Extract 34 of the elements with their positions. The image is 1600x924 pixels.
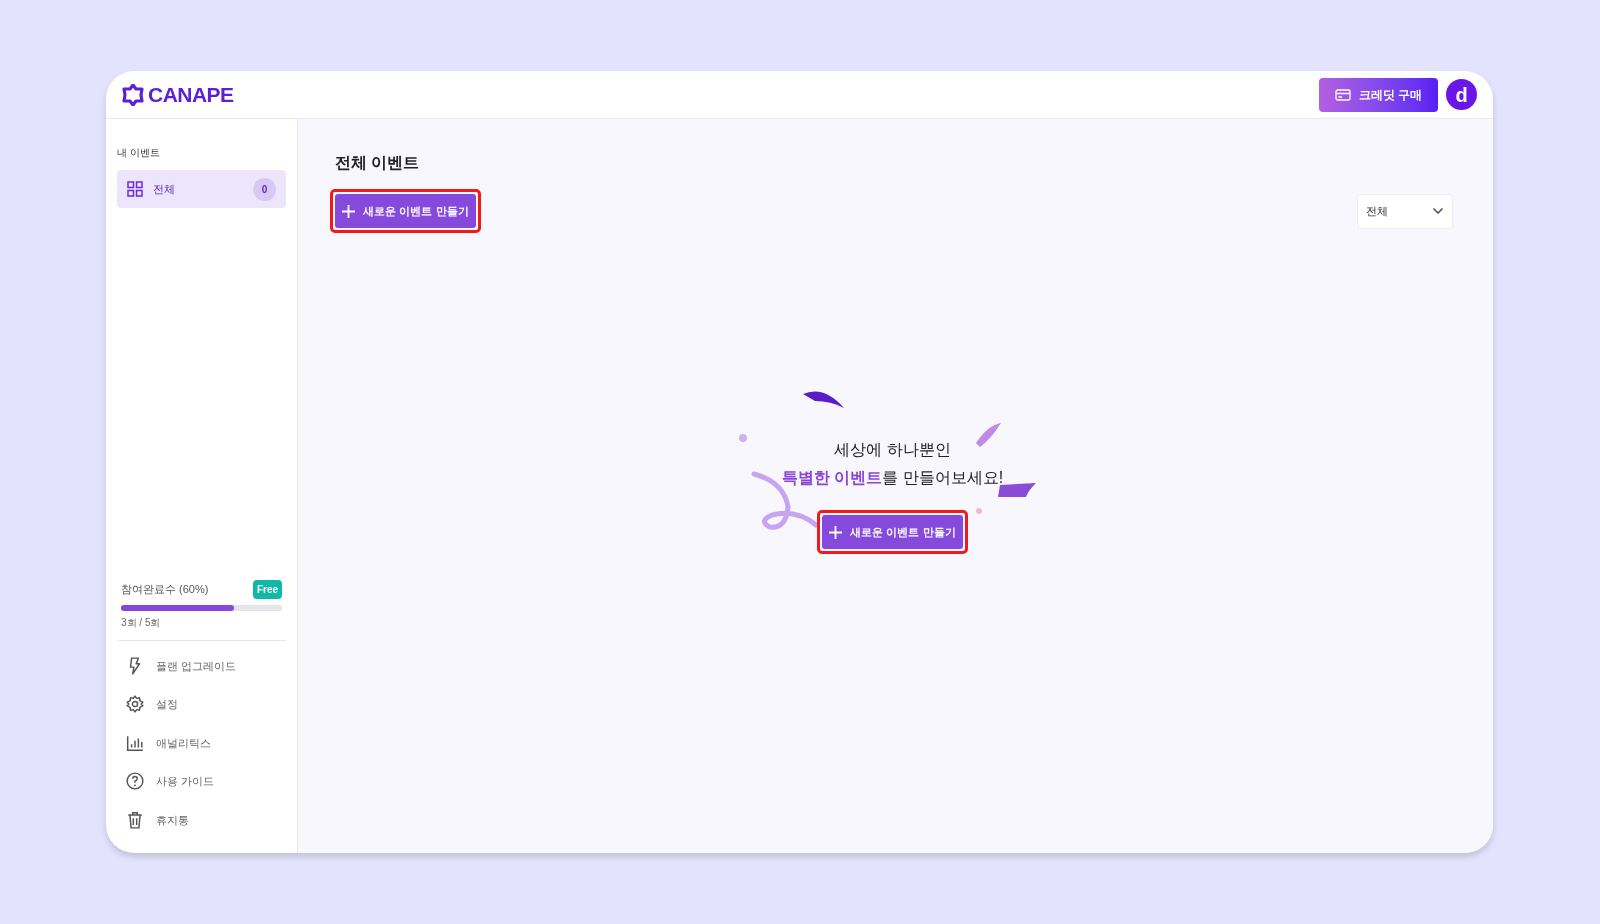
grid-icon — [127, 181, 143, 197]
credit-purchase-button[interactable]: 크레딧 구매 — [1318, 77, 1438, 112]
logo-text: CANAPE — [148, 81, 234, 108]
page-title: 전체 이벤트 — [335, 153, 421, 173]
menu-item[interactable]: 애널리틱스 — [117, 723, 286, 762]
usage-count: 3회 / 5회 — [121, 615, 162, 630]
logo-icon — [122, 83, 144, 106]
confetti-dot — [739, 434, 747, 442]
menu-item[interactable]: 휴지통 — [117, 800, 286, 839]
chevron-down-icon — [1432, 207, 1444, 215]
plus-icon — [342, 204, 356, 218]
empty-state-text: 세상에 하나뿐인 — [834, 440, 951, 460]
create-event-button[interactable]: 새로운 이벤트 만들기 — [335, 194, 476, 228]
usage-label: 참여완료수 (60%) — [121, 581, 209, 597]
card-icon — [1334, 88, 1351, 101]
menu-item[interactable]: 사용 가이드 — [117, 762, 286, 801]
menu-item[interactable]: 플랜 업그레이드 — [117, 646, 286, 685]
avatar[interactable]: d — [1446, 79, 1477, 110]
confetti-piece — [976, 423, 1001, 447]
plus-icon — [829, 525, 843, 539]
help-icon — [126, 772, 144, 791]
sidebar-item[interactable]: 전체 0 — [117, 170, 286, 208]
empty-state-text: 특별한 이벤트를 만들어보세요! — [781, 468, 1004, 488]
plan-badge: Free — [252, 579, 282, 599]
bar-chart-icon — [126, 733, 144, 752]
count-badge: 0 — [253, 177, 276, 201]
create-event-button[interactable]: 새로운 이벤트 만들기 — [822, 515, 963, 549]
trash-icon — [126, 810, 144, 829]
confetti-dot — [976, 508, 982, 514]
settings-icon — [126, 695, 144, 714]
confetti-piece — [803, 391, 844, 408]
menu-item[interactable]: 설정 — [117, 685, 286, 724]
section-title: 내 이벤트 — [117, 146, 161, 160]
filter-dropdown[interactable]: 전체 — [1357, 193, 1453, 229]
